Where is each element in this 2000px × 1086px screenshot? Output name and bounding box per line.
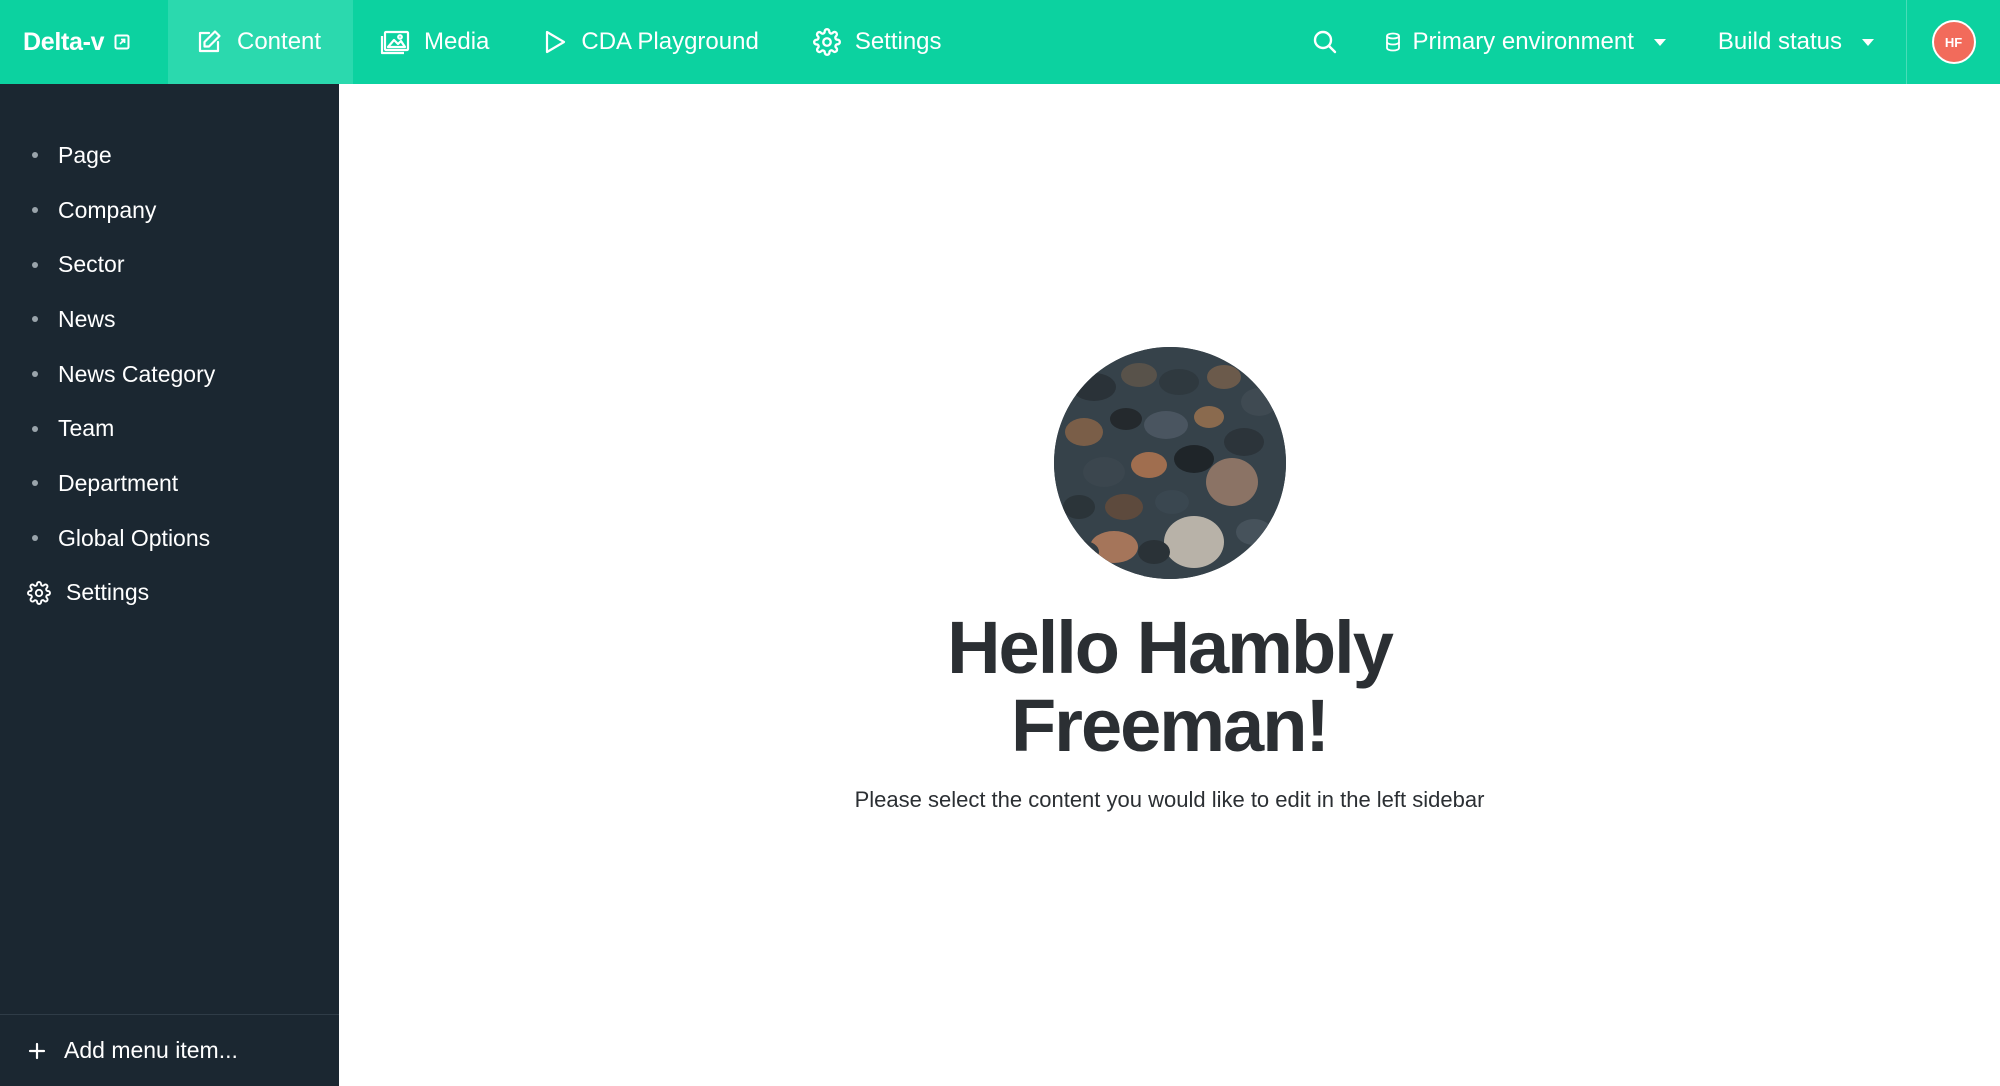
sidebar-item-company[interactable]: Company (0, 183, 339, 238)
nav-settings-label: Settings (854, 28, 942, 55)
edit-icon (198, 30, 221, 53)
sidebar-item-label: Sector (58, 251, 125, 278)
main-content: Hello Hambly Freeman! Please select the … (339, 84, 2000, 1086)
sidebar-item-news[interactable]: News (0, 292, 339, 347)
image-icon (380, 30, 410, 55)
account-menu: HF (1906, 0, 2000, 84)
space-switcher[interactable]: Delta-v (0, 0, 168, 84)
sidebar-item-department[interactable]: Department (0, 456, 339, 511)
nav-cda-playground[interactable]: CDA Playground (516, 0, 785, 84)
sidebar-item-label: Settings (66, 579, 150, 606)
sidebar-menu: Page Company Sector News News Category T… (0, 84, 339, 620)
search-button[interactable] (1291, 0, 1359, 84)
database-icon (1385, 32, 1400, 52)
instruction-text: Please select the content you would like… (854, 787, 1485, 812)
greeting-heading: Hello Hambly Freeman! (947, 606, 1394, 767)
sidebar-item-sector[interactable]: Sector (0, 237, 339, 292)
nav-settings[interactable]: Settings (786, 0, 969, 84)
chevron-down-icon (1653, 38, 1666, 46)
bullet-icon (32, 261, 38, 268)
environment-dropdown[interactable]: Primary environment (1359, 0, 1692, 84)
nav-content-label: Content (237, 28, 322, 55)
sidebar-item-team[interactable]: Team (0, 401, 339, 456)
nav-media[interactable]: Media (353, 0, 516, 84)
nav-cda-playground-label: CDA Playground (581, 28, 759, 55)
sidebar-item-page[interactable]: Page (0, 128, 339, 183)
build-status-label: Build status (1717, 28, 1842, 55)
sidebar-item-news-category[interactable]: News Category (0, 347, 339, 402)
sidebar-item-label: News (58, 305, 116, 332)
bullet-icon (32, 316, 38, 323)
top-navigation-bar: Delta-v Content Media CDA Playground Set… (0, 0, 2000, 84)
nav-content[interactable]: Content (168, 0, 353, 84)
pebbles-photo (1053, 347, 1286, 579)
external-link-icon (114, 34, 130, 50)
sidebar-item-label: News Category (58, 360, 216, 387)
nav-media-label: Media (424, 28, 490, 55)
build-status-dropdown[interactable]: Build status (1692, 0, 1900, 84)
add-menu-item-button[interactable]: Add menu item... (0, 1014, 339, 1086)
bullet-icon (32, 371, 38, 378)
play-icon (546, 30, 566, 54)
avatar[interactable]: HF (1931, 20, 1976, 64)
sidebar-item-global-options[interactable]: Global Options (0, 511, 339, 566)
environment-label: Primary environment (1412, 28, 1634, 55)
gear-icon (812, 28, 841, 56)
brand-name: Delta-v (23, 27, 105, 56)
sidebar-item-label: Page (58, 141, 112, 168)
bullet-icon (32, 152, 38, 159)
sidebar: Page Company Sector News News Category T… (0, 84, 339, 1086)
sidebar-item-label: Department (58, 469, 179, 496)
plus-icon (28, 1042, 46, 1059)
sidebar-item-settings[interactable]: Settings (0, 566, 339, 621)
sidebar-item-label: Team (58, 415, 115, 442)
welcome-panel: Hello Hambly Freeman! Please select the … (339, 347, 2000, 813)
add-menu-item-label: Add menu item... (64, 1037, 238, 1063)
bullet-icon (32, 535, 38, 542)
sidebar-item-label: Company (58, 196, 157, 223)
sidebar-item-label: Global Options (58, 524, 211, 551)
bullet-icon (32, 480, 38, 487)
bullet-icon (32, 207, 38, 214)
gear-icon (27, 580, 51, 605)
chevron-down-icon (1862, 38, 1874, 46)
bullet-icon (32, 425, 38, 432)
search-icon (1313, 30, 1336, 54)
